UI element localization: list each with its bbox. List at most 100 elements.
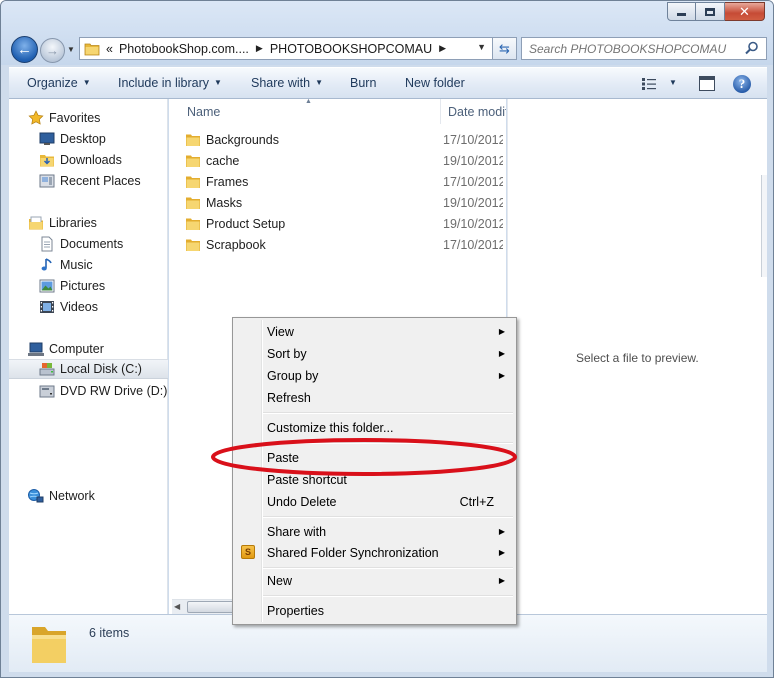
- file-row[interactable]: Masks 19/10/2012: [185, 193, 505, 213]
- libraries-icon: [28, 215, 44, 231]
- menu-item-sort-by[interactable]: Sort by ▶: [235, 344, 514, 364]
- nav-videos-label: Videos: [60, 300, 98, 314]
- minimize-button[interactable]: [667, 2, 696, 21]
- address-dropdown-icon[interactable]: ▼: [477, 42, 486, 52]
- address-bar[interactable]: « PhotobookShop.com.... ▶ PHOTOBOOKSHOPC…: [79, 37, 493, 60]
- column-header-date[interactable]: Date modifi: [442, 99, 506, 124]
- menu-item-shared-folder-sync[interactable]: S Shared Folder Synchronization ▶: [235, 543, 514, 563]
- nav-network[interactable]: Network: [28, 486, 187, 506]
- nav-libraries[interactable]: Libraries: [28, 213, 187, 233]
- share-with-button[interactable]: Share with ▼: [251, 76, 323, 90]
- file-row[interactable]: Frames 17/10/2012: [185, 172, 505, 192]
- context-menu: View ▶ Sort by ▶ Group by ▶ Refresh Customi…: [232, 317, 517, 625]
- forward-arrow-icon: →: [46, 43, 59, 58]
- breadcrumb-overflow[interactable]: «: [106, 42, 113, 56]
- menu-item-paste[interactable]: Paste: [235, 448, 514, 468]
- menu-item-view[interactable]: View ▶: [235, 322, 514, 342]
- menu-item-label: Share with: [267, 525, 327, 539]
- sync-app-icon: S: [241, 545, 255, 559]
- submenu-arrow-icon: ▶: [498, 576, 505, 585]
- column-header-name[interactable]: Name ▲: [169, 98, 441, 124]
- file-row[interactable]: Scrapbook 17/10/2012: [185, 235, 505, 255]
- breadcrumb-current[interactable]: PHOTOBOOKSHOPCOMAU: [270, 42, 432, 56]
- title-bar: ✕ ← → ▼ « PhotobookShop.com.... ▶ PHOTOB…: [1, 1, 773, 65]
- nav-favorites[interactable]: Favorites: [28, 108, 187, 128]
- menu-item-properties[interactable]: Properties: [235, 601, 514, 621]
- network-icon: [28, 488, 44, 504]
- back-button[interactable]: ←: [11, 36, 38, 63]
- scroll-left-icon[interactable]: ◀: [174, 602, 180, 611]
- close-button[interactable]: ✕: [725, 2, 765, 21]
- nav-documents-label: Documents: [60, 237, 124, 251]
- preview-message: Select a file to preview.: [576, 351, 699, 365]
- maximize-button[interactable]: [696, 2, 725, 21]
- submenu-arrow-icon: ▶: [498, 548, 505, 557]
- menu-item-label: Paste shortcut: [267, 473, 347, 487]
- nav-desktop-label: Desktop: [60, 132, 106, 146]
- menu-item-refresh[interactable]: Refresh: [235, 388, 514, 408]
- menu-item-label: Properties: [267, 604, 324, 618]
- dvd-drive-icon: [39, 383, 55, 399]
- file-name: cache: [206, 154, 240, 168]
- preview-pane-icon[interactable]: [699, 76, 715, 91]
- item-count: 6 items: [89, 626, 130, 640]
- breadcrumb-chevron-icon[interactable]: ▶: [439, 43, 446, 54]
- menu-separator: [263, 412, 513, 414]
- menu-separator: [263, 595, 513, 597]
- help-icon[interactable]: ?: [733, 75, 751, 93]
- new-folder-button[interactable]: New folder: [405, 76, 465, 90]
- breadcrumb-parent[interactable]: PhotobookShop.com....: [119, 42, 249, 56]
- file-date: 19/10/2012: [443, 196, 503, 210]
- menu-item-label: Sort by: [267, 347, 307, 361]
- file-row[interactable]: Product Setup 19/10/2012: [185, 214, 505, 234]
- recent-places-icon: [39, 173, 55, 189]
- refresh-icon: ⇆: [499, 40, 510, 56]
- menu-item-undo-delete[interactable]: Undo Delete Ctrl+Z: [235, 492, 514, 512]
- menu-item-share-with[interactable]: Share with ▶: [235, 522, 514, 542]
- file-row[interactable]: cache 19/10/2012: [185, 151, 505, 171]
- search-box[interactable]: [521, 37, 767, 60]
- command-bar: Organize ▼ Include in library ▼ Share with…: [9, 67, 767, 99]
- menu-item-new[interactable]: New ▶: [235, 571, 514, 591]
- include-in-library-label: Include in library: [118, 76, 210, 90]
- nav-music-label: Music: [60, 258, 93, 272]
- organize-button[interactable]: Organize ▼: [27, 76, 91, 90]
- menu-item-label: Group by: [267, 369, 319, 383]
- file-date: 17/10/2012: [443, 133, 503, 147]
- menu-item-paste-shortcut[interactable]: Paste shortcut: [235, 470, 514, 490]
- dropdown-arrow-icon: ▼: [315, 78, 323, 87]
- folder-icon: [186, 239, 200, 251]
- menu-item-customize-folder[interactable]: Customize this folder...: [235, 418, 514, 438]
- menu-item-shortcut: Ctrl+Z: [459, 495, 494, 509]
- folder-icon: [186, 134, 200, 146]
- refresh-button[interactable]: ⇆: [493, 37, 517, 60]
- menu-item-label: Refresh: [267, 391, 311, 405]
- breadcrumb-chevron-icon[interactable]: ▶: [256, 43, 263, 54]
- views-dropdown-icon[interactable]: ▼: [669, 78, 677, 87]
- nav-computer[interactable]: Computer: [28, 339, 187, 359]
- sort-ascending-icon: ▲: [305, 98, 312, 105]
- views-icon[interactable]: [641, 77, 657, 91]
- documents-icon: [39, 236, 55, 252]
- menu-separator: [263, 516, 513, 518]
- menu-item-label: Customize this folder...: [267, 421, 394, 435]
- close-icon: ✕: [739, 4, 750, 19]
- menu-item-group-by[interactable]: Group by ▶: [235, 366, 514, 386]
- column-header-name-label: Name: [187, 105, 221, 119]
- include-in-library-button[interactable]: Include in library ▼: [118, 76, 222, 90]
- menu-item-label: Shared Folder Synchronization: [267, 546, 439, 560]
- search-input[interactable]: [529, 41, 739, 56]
- nav-dvd-drive[interactable]: DVD RW Drive (D:) C: [39, 381, 168, 401]
- recent-pages-dropdown[interactable]: ▼: [67, 45, 75, 54]
- file-date: 19/10/2012: [443, 217, 503, 231]
- file-date: 17/10/2012: [443, 175, 503, 189]
- burn-button[interactable]: Burn: [350, 76, 376, 90]
- minimize-icon: [677, 13, 686, 16]
- nav-local-disk[interactable]: Local Disk (C:): [9, 359, 168, 379]
- menu-item-label: Paste: [267, 451, 299, 465]
- search-icon[interactable]: [745, 41, 759, 55]
- file-row[interactable]: Backgrounds 17/10/2012: [185, 130, 505, 150]
- forward-button[interactable]: →: [40, 38, 65, 63]
- nav-downloads-label: Downloads: [60, 153, 122, 167]
- pictures-icon: [39, 278, 55, 294]
